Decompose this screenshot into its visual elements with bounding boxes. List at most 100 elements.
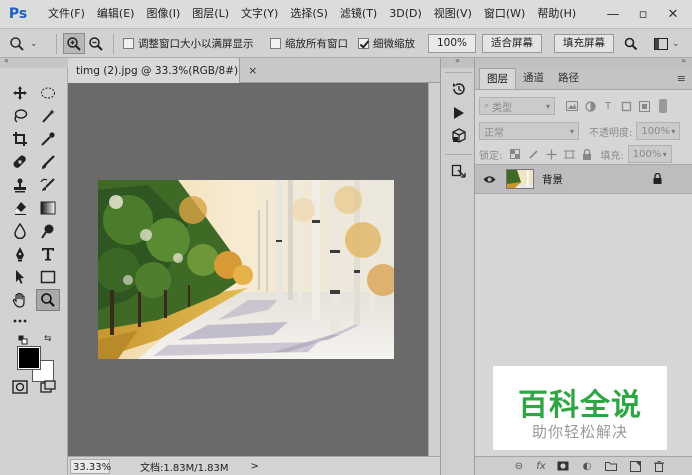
menu-filter[interactable]: 滤镜(T) <box>334 3 383 25</box>
pen-tool-icon[interactable] <box>8 243 32 265</box>
menu-window[interactable]: 窗口(W) <box>478 3 531 25</box>
healing-brush-icon[interactable] <box>8 151 32 173</box>
search-icon[interactable] <box>620 33 642 54</box>
eye-icon[interactable] <box>483 175 496 184</box>
close-button[interactable]: ✕ <box>658 0 688 28</box>
lock-transparent-icon[interactable] <box>506 145 524 163</box>
default-colors-icon[interactable] <box>18 335 32 345</box>
tab-channels[interactable]: 通道 <box>516 68 551 89</box>
more-tools-icon[interactable] <box>8 310 32 332</box>
history-panel-icon[interactable] <box>447 78 471 100</box>
scrubby-zoom-checkbox[interactable]: 细微缩放 <box>358 33 415 54</box>
actual-pixels-button[interactable]: 100% <box>428 34 476 53</box>
tool-preset-picker[interactable]: ⌄ <box>6 33 38 54</box>
status-menu-arrow[interactable]: > <box>251 461 259 472</box>
lock-artboard-icon[interactable] <box>560 145 578 163</box>
filter-shape-icon[interactable] <box>617 97 635 115</box>
swap-colors-icon[interactable]: ⇆ <box>44 334 56 344</box>
brush-tool-icon[interactable] <box>36 151 60 173</box>
path-selection-icon[interactable] <box>8 266 32 288</box>
actions-play-icon[interactable] <box>447 102 471 124</box>
vertical-scrollbar[interactable] <box>428 83 440 456</box>
zoom-all-checkbox[interactable]: 缩放所有窗口 <box>270 33 348 54</box>
lock-all-icon[interactable] <box>578 145 596 163</box>
tools-panel-header[interactable]: « <box>0 56 68 68</box>
workspace-switcher[interactable]: ⌄ <box>650 33 680 54</box>
fit-screen-button[interactable]: 适合屏幕 <box>482 34 542 53</box>
gradient-tool-icon[interactable] <box>36 197 60 219</box>
collapse-icon[interactable]: » <box>681 56 686 65</box>
expand-icon[interactable]: » <box>455 56 460 65</box>
close-tab-icon[interactable]: × <box>248 64 257 77</box>
layer-row[interactable]: 背景 <box>475 164 692 194</box>
zoom-level-field[interactable]: 33.33% <box>70 458 111 474</box>
eyedropper-icon[interactable] <box>36 128 60 150</box>
dock-header[interactable]: » <box>441 56 474 68</box>
menu-select[interactable]: 选择(S) <box>284 3 334 25</box>
filter-smart-object-icon[interactable] <box>635 97 653 115</box>
collapse-icon[interactable]: « <box>4 56 9 65</box>
menu-layer[interactable]: 图层(L) <box>186 3 235 25</box>
fill-field[interactable]: 100% ▾ <box>627 145 672 163</box>
filter-pixel-icon[interactable] <box>563 97 581 115</box>
clone-stamp-icon[interactable] <box>8 174 32 196</box>
blend-mode-dropdown[interactable]: 正常 ▾ <box>479 122 579 140</box>
crop-tool-icon[interactable] <box>8 128 32 150</box>
menu-help[interactable]: 帮助(H) <box>531 3 582 25</box>
checkbox-box[interactable] <box>123 38 134 49</box>
new-group-icon[interactable] <box>603 459 619 473</box>
quick-mask-icon[interactable] <box>8 376 32 398</box>
menu-3d[interactable]: 3D(D) <box>383 3 428 25</box>
link-layers-icon[interactable]: ⊖ <box>511 459 527 473</box>
screen-mode-icon[interactable] <box>36 376 60 398</box>
zoom-in-icon[interactable] <box>63 33 85 54</box>
magic-wand-icon[interactable] <box>36 105 60 127</box>
filter-toggle[interactable] <box>659 99 667 113</box>
dodge-tool-icon[interactable] <box>36 220 60 242</box>
layer-effects-icon[interactable]: fx <box>533 459 549 473</box>
panel-menu-icon[interactable]: ≡ <box>677 72 686 85</box>
hand-tool-icon[interactable] <box>8 289 32 311</box>
checkbox-box[interactable] <box>270 38 281 49</box>
menu-type[interactable]: 文字(Y) <box>235 3 284 25</box>
delete-layer-icon[interactable] <box>651 459 667 473</box>
tab-layers[interactable]: 图层 <box>479 68 516 89</box>
move-tool-icon[interactable] <box>8 82 32 104</box>
layers-panel-header[interactable]: » <box>475 56 692 68</box>
layer-thumbnail[interactable] <box>506 169 534 189</box>
new-layer-icon[interactable] <box>627 459 643 473</box>
menu-image[interactable]: 图像(I) <box>140 3 186 25</box>
eraser-icon[interactable] <box>8 197 32 219</box>
maximize-button[interactable]: ▫ <box>628 0 658 28</box>
lock-position-icon[interactable] <box>542 145 560 163</box>
elliptical-marquee-icon[interactable] <box>36 82 60 104</box>
document-tab[interactable]: timg (2).jpg @ 33.3%(RGB/8#) × <box>68 58 257 83</box>
layer-name[interactable]: 背景 <box>542 172 563 187</box>
lasso-tool-icon[interactable] <box>8 105 32 127</box>
document-size-info[interactable]: 文档:1.83M/1.83M <box>140 459 229 474</box>
rectangle-tool-icon[interactable] <box>36 266 60 288</box>
menu-file[interactable]: 文件(F) <box>42 3 91 25</box>
zoom-tool-icon[interactable] <box>36 289 60 311</box>
filter-kind-dropdown[interactable]: ⌕ 类型 ▾ <box>479 97 555 115</box>
foreground-color-swatch[interactable] <box>17 346 41 370</box>
canvas-image[interactable] <box>98 180 394 359</box>
blur-tool-icon[interactable] <box>8 220 32 242</box>
type-tool-icon[interactable] <box>36 243 60 265</box>
menu-edit[interactable]: 编辑(E) <box>91 3 141 25</box>
fill-screen-button[interactable]: 填充屏幕 <box>554 34 614 53</box>
zoom-out-icon[interactable] <box>85 33 107 54</box>
3d-panel-icon[interactable] <box>447 125 471 147</box>
minimize-button[interactable]: — <box>598 0 628 28</box>
adjustment-layer-icon[interactable]: ◐ <box>579 459 595 473</box>
filter-type-icon[interactable]: T <box>599 97 617 115</box>
checkbox-box-checked[interactable] <box>358 38 369 49</box>
opacity-field[interactable]: 100% ▾ <box>636 122 681 140</box>
add-mask-icon[interactable] <box>555 459 571 473</box>
history-brush-icon[interactable] <box>36 174 60 196</box>
properties-panel-icon[interactable] <box>447 161 471 183</box>
tab-paths[interactable]: 路径 <box>551 68 586 89</box>
lock-pixels-icon[interactable] <box>524 145 542 163</box>
filter-adjustment-icon[interactable] <box>581 97 599 115</box>
menu-view[interactable]: 视图(V) <box>428 3 478 25</box>
